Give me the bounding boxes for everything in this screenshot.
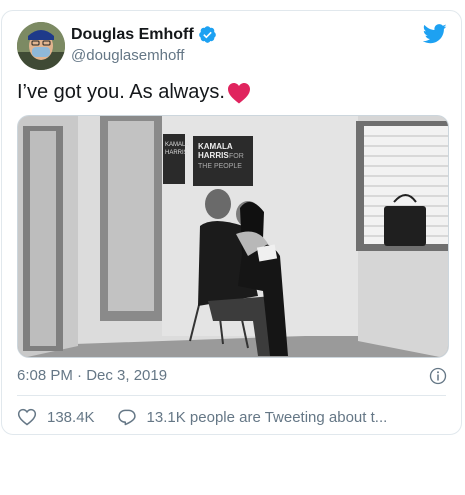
- verified-badge-icon: [198, 26, 216, 43]
- tweet-timestamp[interactable]: 6:08 PM · Dec 3, 2019: [17, 367, 167, 384]
- tweet-actions: 138.4K 13.1K people are Tweeting about t…: [17, 407, 387, 427]
- tweet-text: I’ve got you. As always.: [17, 81, 225, 103]
- twitter-bird-icon[interactable]: [423, 24, 447, 44]
- speech-bubble-icon: [117, 409, 136, 426]
- poster-line-people: THE PEOPLE: [198, 163, 242, 170]
- tweet-photo[interactable]: KAMALA HARRIS KAMALA HARRIS FOR THE PEOP…: [17, 115, 449, 358]
- author-row[interactable]: Douglas Emhoff: [71, 25, 217, 44]
- conversation-link[interactable]: 13.1K people are Tweeting about t...: [117, 407, 388, 427]
- tweet-card[interactable]: Douglas Emhoff @douglasemhoff I’ve got y…: [1, 10, 462, 435]
- avatar[interactable]: [17, 22, 65, 70]
- poster-line-for: FOR: [229, 153, 244, 160]
- info-icon[interactable]: [429, 367, 447, 385]
- avatar-image: [17, 22, 65, 70]
- divider: [17, 395, 446, 396]
- poster-line-kamala: KAMALA: [198, 142, 233, 151]
- conversation-text: 13.1K people are Tweeting about t...: [146, 408, 388, 426]
- red-heart-icon: [227, 82, 250, 103]
- photo-scene: KAMALA HARRIS KAMALA HARRIS FOR THE PEOP…: [18, 116, 448, 357]
- tweet-text-row: I’ve got you. As always.: [17, 81, 251, 104]
- like-button[interactable]: 138.4K: [17, 407, 95, 427]
- poster-small-line2: HARRIS: [165, 150, 188, 156]
- poster-line-harris: HARRIS: [198, 151, 229, 160]
- author-handle[interactable]: @douglasemhoff: [71, 47, 184, 64]
- heart-outline-icon: [17, 408, 37, 426]
- poster-small-line1: KAMALA: [165, 142, 189, 148]
- author-name[interactable]: Douglas Emhoff: [71, 26, 194, 44]
- like-count: 138.4K: [47, 408, 95, 426]
